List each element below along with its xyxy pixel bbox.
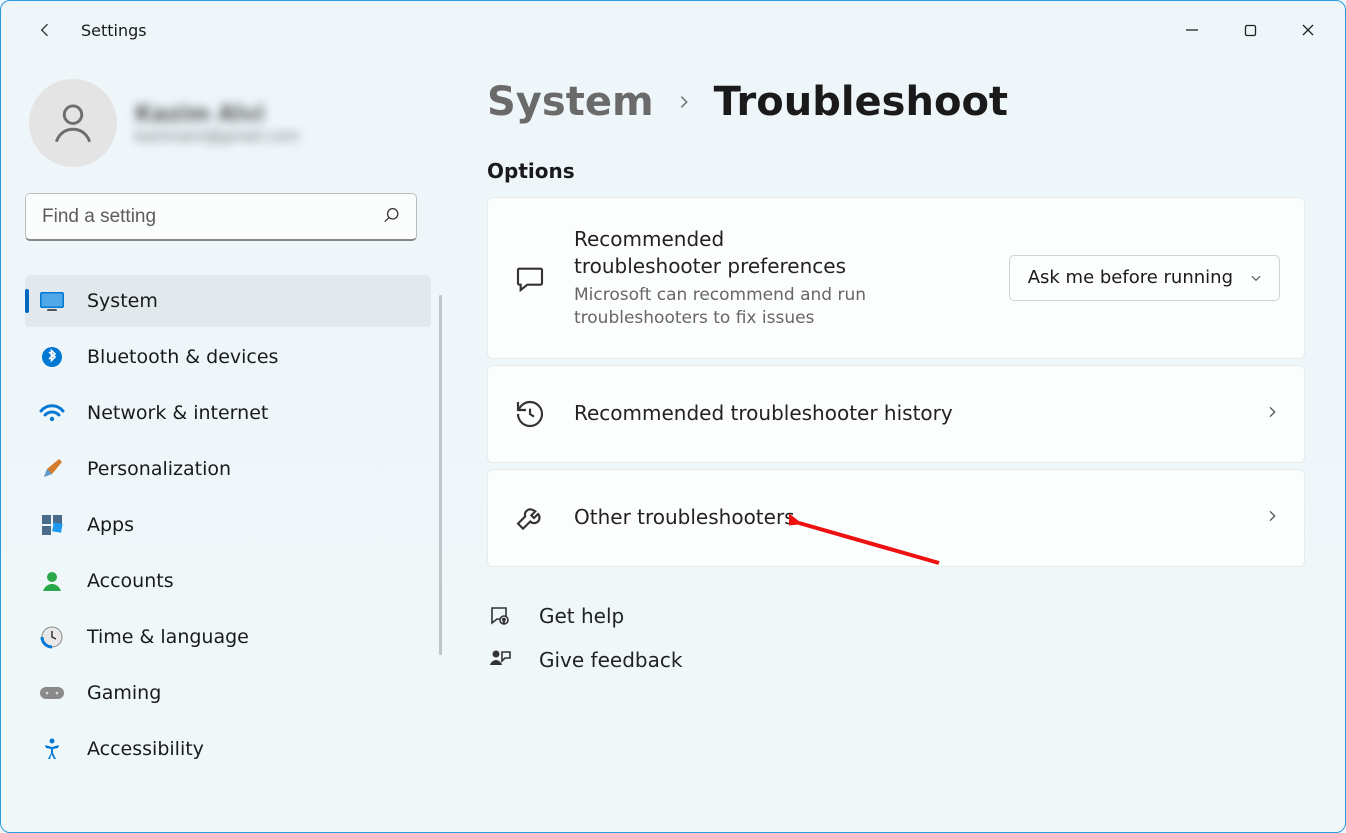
chat-icon: [512, 260, 548, 296]
chevron-down-icon: [1249, 271, 1263, 285]
sidebar-item-label: Accounts: [87, 570, 174, 592]
search-icon: [382, 206, 401, 229]
sidebar-item-accessibility[interactable]: Accessibility: [25, 723, 431, 775]
nav: System Bluetooth & devices Network & int…: [25, 275, 431, 775]
sidebar-item-bluetooth[interactable]: Bluetooth & devices: [25, 331, 431, 383]
sidebar-item-label: Personalization: [87, 458, 231, 480]
sidebar-item-personalization[interactable]: Personalization: [25, 443, 431, 495]
bluetooth-icon: [39, 344, 65, 370]
clock-icon: [39, 624, 65, 650]
link-label: Get help: [539, 604, 624, 628]
sidebar-item-system[interactable]: System: [25, 275, 431, 327]
sidebar-item-apps[interactable]: Apps: [25, 499, 431, 551]
link-label: Give feedback: [539, 648, 682, 672]
brush-icon: [39, 456, 65, 482]
window-controls: [1163, 10, 1337, 50]
sidebar-item-gaming[interactable]: Gaming: [25, 667, 431, 719]
dropdown-value: Ask me before running: [1028, 267, 1233, 288]
card-title: Recommended troubleshooter preferences: [574, 226, 874, 280]
close-button[interactable]: [1279, 10, 1337, 50]
card-title: Other troubleshooters: [574, 504, 1238, 531]
sidebar-item-network[interactable]: Network & internet: [25, 387, 431, 439]
breadcrumb: System Troubleshoot: [487, 79, 1305, 125]
accounts-icon: [39, 568, 65, 594]
feedback-icon: [487, 647, 513, 673]
search-input[interactable]: [25, 193, 417, 241]
search-wrap: [25, 193, 417, 241]
card-subtitle: Microsoft can recommend and run troubles…: [574, 284, 894, 330]
svg-text:?: ?: [502, 618, 505, 625]
chevron-right-icon: [676, 89, 692, 119]
accessibility-icon: [39, 736, 65, 762]
preferences-dropdown[interactable]: Ask me before running: [1009, 255, 1280, 301]
avatar: [29, 79, 117, 167]
section-label: Options: [487, 159, 1305, 183]
system-icon: [39, 288, 65, 314]
sidebar-item-label: Gaming: [87, 682, 161, 704]
back-button[interactable]: [25, 10, 65, 50]
footer-links: ? Get help Give feedback: [487, 603, 1305, 673]
wifi-icon: [39, 400, 65, 426]
apps-icon: [39, 512, 65, 538]
sidebar-item-label: Time & language: [87, 626, 249, 648]
app-title: Settings: [81, 21, 147, 40]
sidebar-item-label: Bluetooth & devices: [87, 346, 278, 368]
chevron-right-icon: [1264, 508, 1280, 528]
sidebar-item-time[interactable]: Time & language: [25, 611, 431, 663]
sidebar-item-label: Network & internet: [87, 402, 268, 424]
sidebar-item-accounts[interactable]: Accounts: [25, 555, 431, 607]
wrench-icon: [512, 500, 548, 536]
card-troubleshooter-preferences[interactable]: Recommended troubleshooter preferences M…: [487, 197, 1305, 359]
sidebar-item-label: Apps: [87, 514, 134, 536]
user-name: Kazim Alvi: [135, 102, 299, 127]
breadcrumb-current: Troubleshoot: [714, 79, 1008, 125]
breadcrumb-parent[interactable]: System: [487, 79, 654, 125]
main: System Troubleshoot Options Recommended …: [441, 59, 1345, 832]
titlebar: Settings: [1, 1, 1345, 59]
card-troubleshooter-history[interactable]: Recommended troubleshooter history: [487, 365, 1305, 463]
card-title: Recommended troubleshooter history: [574, 400, 1238, 427]
maximize-button[interactable]: [1221, 10, 1279, 50]
gaming-icon: [39, 680, 65, 706]
card-other-troubleshooters[interactable]: Other troubleshooters: [487, 469, 1305, 567]
give-feedback-link[interactable]: Give feedback: [487, 647, 1305, 673]
card-body: Recommended troubleshooter preferences M…: [574, 226, 983, 330]
user-block[interactable]: Kazim Alvi kazimalvi@gmail.com: [25, 79, 431, 167]
sidebar-item-label: System: [87, 290, 158, 312]
help-icon: ?: [487, 603, 513, 629]
user-text: Kazim Alvi kazimalvi@gmail.com: [135, 102, 299, 145]
minimize-button[interactable]: [1163, 10, 1221, 50]
sidebar: Kazim Alvi kazimalvi@gmail.com System: [1, 59, 441, 832]
sidebar-item-label: Accessibility: [87, 738, 204, 760]
get-help-link[interactable]: ? Get help: [487, 603, 1305, 629]
chevron-right-icon: [1264, 404, 1280, 424]
history-icon: [512, 396, 548, 432]
user-email: kazimalvi@gmail.com: [135, 127, 299, 145]
